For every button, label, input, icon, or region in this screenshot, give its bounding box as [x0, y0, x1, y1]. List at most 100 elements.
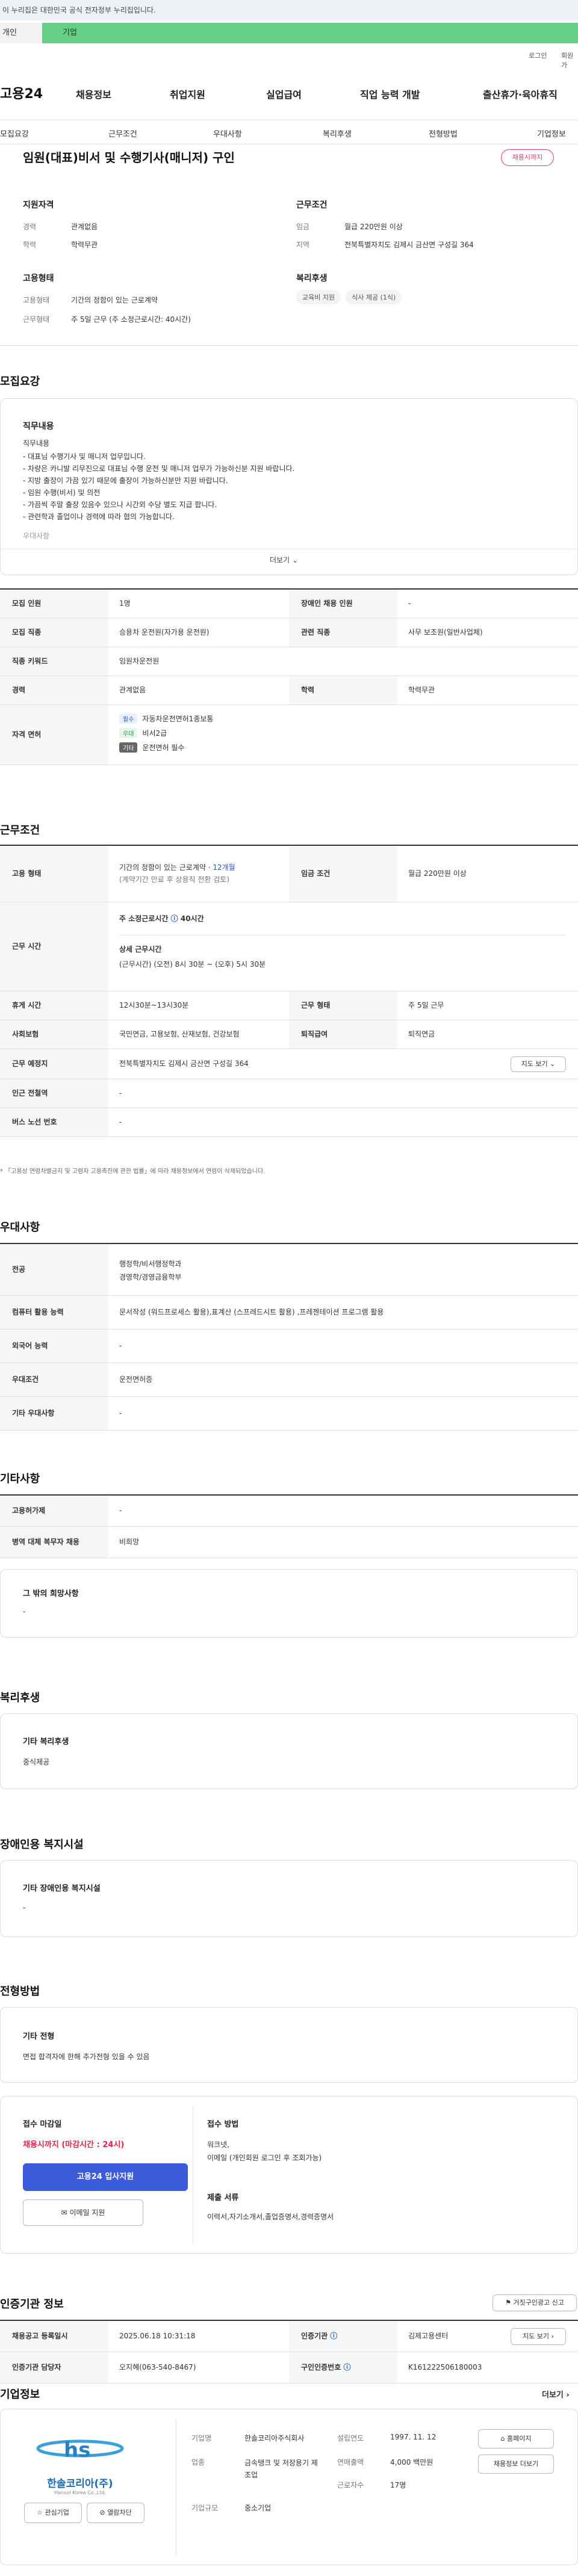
cell-label: 우대조건: [0, 1363, 108, 1396]
favorite-company-button[interactable]: ☆ 관심기업: [24, 2503, 82, 2523]
table-row: 모집 직종 승용차 운전원(자가용 운전원) 관련 직종 사무 보조원(일반사업…: [0, 618, 578, 647]
cell-label: 직종 키워드: [0, 647, 108, 676]
duty-line: - 가끔씩 주말 출장 있음수 있으나 시간외 수당 별도 지급 합니다.: [23, 501, 217, 509]
anchor-conditions[interactable]: 근무조건: [108, 128, 137, 139]
disabled-section-title: 장애인용 복지시설: [0, 1838, 84, 1851]
job-title: 임원(대표)비서 및 수행기사(매니저) 구인: [23, 150, 235, 165]
edu-value: 학력무관: [71, 241, 98, 249]
cell-label: 병역 대체 복무자 채용: [0, 1527, 108, 1558]
agency-label: 인증기관: [301, 2332, 328, 2340]
etc-table: 고용허가제 - 병역 대체 복무자 채용 비희망: [0, 1494, 578, 1558]
tab-company[interactable]: 기업: [42, 23, 578, 43]
company-field-value: 17명: [390, 2481, 406, 2489]
divider: [0, 345, 578, 346]
more-button[interactable]: 더보기 ⌄: [270, 555, 298, 565]
welfare-card: [0, 1713, 578, 1789]
cell-value: 관계없음: [119, 686, 146, 694]
cell-value: -: [119, 1506, 122, 1515]
nav-item-skills[interactable]: 직업 능력 개발: [360, 87, 420, 101]
company-jobs-button[interactable]: 채용정보 더보기: [478, 2454, 554, 2474]
cell-value: -: [119, 1409, 122, 1417]
license-item: 기타 운전면허 필수: [119, 742, 213, 757]
wage-value: 월급 220만원 이상: [344, 223, 403, 231]
cell-label: 관련 직종: [289, 618, 397, 647]
cell-value: 운전면허증: [119, 1375, 153, 1384]
apply-button[interactable]: 고용24 입사지원: [23, 2163, 188, 2191]
chevron-down-icon: ⌄: [550, 1060, 556, 1068]
cell-label: 퇴직급여: [289, 1020, 397, 1049]
cell-value: 김제고용센터: [408, 2332, 449, 2340]
homepage-button[interactable]: ⌂ 홈페이지: [478, 2429, 554, 2448]
duty-line: - 관련학과 졸업이나 경력에 따라 협의 가능합니다.: [23, 513, 175, 521]
anchor-welfare[interactable]: 복리후생: [323, 128, 352, 139]
method-item: 워크넷,: [207, 2140, 229, 2149]
company-field-label: 업종: [191, 2458, 205, 2467]
cell-value: 퇴직연금: [408, 1030, 435, 1038]
report-button[interactable]: ⚑ 거짓구인광고 신고: [493, 2294, 577, 2311]
company-more-link[interactable]: 더보기 ›: [542, 2388, 570, 2400]
nav-item-jobs[interactable]: 채용정보: [76, 87, 111, 101]
chevron-down-icon: ⌄: [291, 556, 299, 564]
emp-months: 12개월: [213, 863, 235, 872]
cell-value: -: [119, 1118, 122, 1126]
company-logo-sub: Hansol Korea Co.,Ltd.: [54, 2490, 106, 2495]
table-row: 인증기관 담당자 오지혜(063-540-8467) 구인인증번호 ⓘ K161…: [0, 2352, 578, 2383]
table-row: 기타 우대사항 -: [0, 1397, 578, 1431]
region-value: 전북특별자치도 김제시 금산면 구성길 364: [344, 241, 474, 249]
qual-heading: 지원자격: [23, 200, 54, 210]
anchor-preference[interactable]: 우대사항: [213, 128, 242, 139]
company-field-label: 기업규모: [191, 2504, 219, 2512]
anchor-company[interactable]: 기업정보: [537, 128, 566, 139]
selection-card-heading: 기타 전형: [23, 2032, 55, 2041]
company-field-label: 연매출액: [337, 2458, 364, 2467]
cell-label: 경력: [0, 676, 108, 704]
docs-value: 이력서,자기소개서,졸업증명서,경력증명서: [207, 2213, 334, 2221]
anchor-recruit[interactable]: 모집요강: [0, 128, 29, 139]
cell-value: 12시30분~13시30분: [119, 1001, 189, 1009]
tab-personal[interactable]: 개인: [0, 23, 42, 43]
duty-line: - 차량은 카니발 리무진으로 대표님 수행 운전 및 매니저 업무가 가능하신…: [23, 464, 295, 473]
cond-heading: 근무조건: [296, 200, 328, 210]
table-row: 인근 전철역 -: [0, 1079, 578, 1108]
hours-value: 40시간: [180, 914, 204, 923]
cell-value: 1명: [119, 599, 131, 608]
login-link[interactable]: 로그인: [529, 51, 547, 60]
block-company-button[interactable]: ⊘ 열람차단: [87, 2503, 144, 2523]
cell-value: 전북특별자치도 김제시 금산면 구성길 364: [119, 1059, 249, 1068]
disabled-card: [0, 1860, 578, 1937]
nav-item-unemployment-benefit[interactable]: 실업급여: [266, 87, 302, 101]
info-icon[interactable]: ⓘ: [171, 914, 178, 923]
duty-title: 직무내용: [23, 439, 50, 448]
disabled-card-value: -: [23, 1903, 26, 1912]
anchor-selection[interactable]: 전형방법: [429, 128, 458, 139]
nav-item-parental-leave[interactable]: 출산휴가·육아휴직: [483, 87, 558, 101]
hours-main-label: 주 소정근로시간: [119, 914, 169, 923]
more-button-label: 더보기: [270, 556, 290, 564]
info-icon[interactable]: ⓘ: [343, 2363, 350, 2371]
email-apply-button[interactable]: ✉ 이메일 지원: [23, 2199, 143, 2226]
email-apply-label: 이메일 지원: [69, 2208, 105, 2217]
map-button[interactable]: 지도 보기 ⌄: [511, 1056, 566, 1072]
company-logo: hs 한솔코리아(주) Hansol Korea Co.,Ltd.: [23, 2430, 137, 2495]
cell-label: 근무 예정지: [0, 1049, 108, 1079]
disabled-card-heading: 기타 장애인용 복지시설: [23, 1884, 101, 1893]
cell-label: 휴게 시간: [0, 991, 108, 1020]
emp-heading: 고용형태: [23, 274, 54, 283]
conditions-section-title: 근무조건: [0, 824, 40, 837]
cell-value: 월급 220만원 이상: [408, 869, 467, 878]
cell-value: 2025.06.18 10:31:18: [119, 2332, 196, 2340]
table-row: 버스 노선 번호 -: [0, 1108, 578, 1137]
site-logo[interactable]: 고용24: [0, 83, 43, 102]
selection-card-value: 면접 합격자에 한해 추가전형 있을 수 있음: [23, 2053, 150, 2061]
nav-item-employment-support[interactable]: 취업지원: [170, 87, 205, 101]
company-field-value: 1997. 11. 12: [390, 2433, 437, 2441]
info-icon[interactable]: ⓘ: [330, 2332, 337, 2340]
welfare-pills: 교육비 지원 식사 제공 (1식): [296, 290, 406, 304]
cell-label: 채용공고 등록일시: [0, 2321, 108, 2352]
cell-label: 장애인 채용 인원: [289, 590, 397, 618]
emptype-label: 고용형태: [23, 296, 50, 304]
agency-map-button[interactable]: 지도 보기 ›: [511, 2328, 566, 2345]
table-row: 전공 행정학/비서행정학과 경영학/경영금융학부: [0, 1244, 578, 1296]
wish-value: -: [23, 1607, 26, 1616]
table-row: 자격 면허 필수 자동차운전면허1종보통 우대 비서2급 기타 운전면허 필수: [0, 705, 578, 765]
